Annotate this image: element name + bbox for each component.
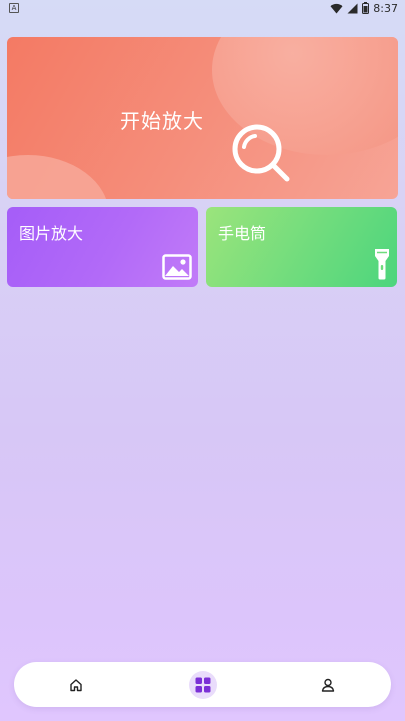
flashlight-title: 手电筒 xyxy=(218,224,267,243)
nav-profile-button[interactable] xyxy=(314,671,342,699)
status-bar: A 8:37 xyxy=(0,0,405,18)
apps-grid-icon xyxy=(195,677,211,693)
nav-home-button[interactable] xyxy=(62,671,90,699)
start-zoom-card[interactable]: 开始放大 xyxy=(7,37,398,199)
battery-icon xyxy=(362,2,370,14)
magnifier-icon xyxy=(232,124,290,182)
wifi-icon xyxy=(330,3,343,14)
bottom-nav xyxy=(14,662,391,707)
status-icons: 8:37 xyxy=(330,1,398,15)
status-time: 8:37 xyxy=(373,1,398,15)
home-icon xyxy=(70,679,82,692)
flashlight-icon xyxy=(375,249,389,280)
image-zoom-card[interactable]: 图片放大 xyxy=(7,207,198,287)
notification-icon: A xyxy=(9,3,19,13)
image-zoom-title: 图片放大 xyxy=(19,224,84,243)
flashlight-card[interactable]: 手电筒 xyxy=(206,207,397,287)
start-zoom-title: 开始放大 xyxy=(120,109,204,133)
decor-blob xyxy=(7,155,109,199)
nav-apps-button[interactable] xyxy=(189,671,217,699)
picture-icon xyxy=(162,254,192,280)
signal-icon xyxy=(347,3,358,13)
user-icon xyxy=(321,678,335,692)
